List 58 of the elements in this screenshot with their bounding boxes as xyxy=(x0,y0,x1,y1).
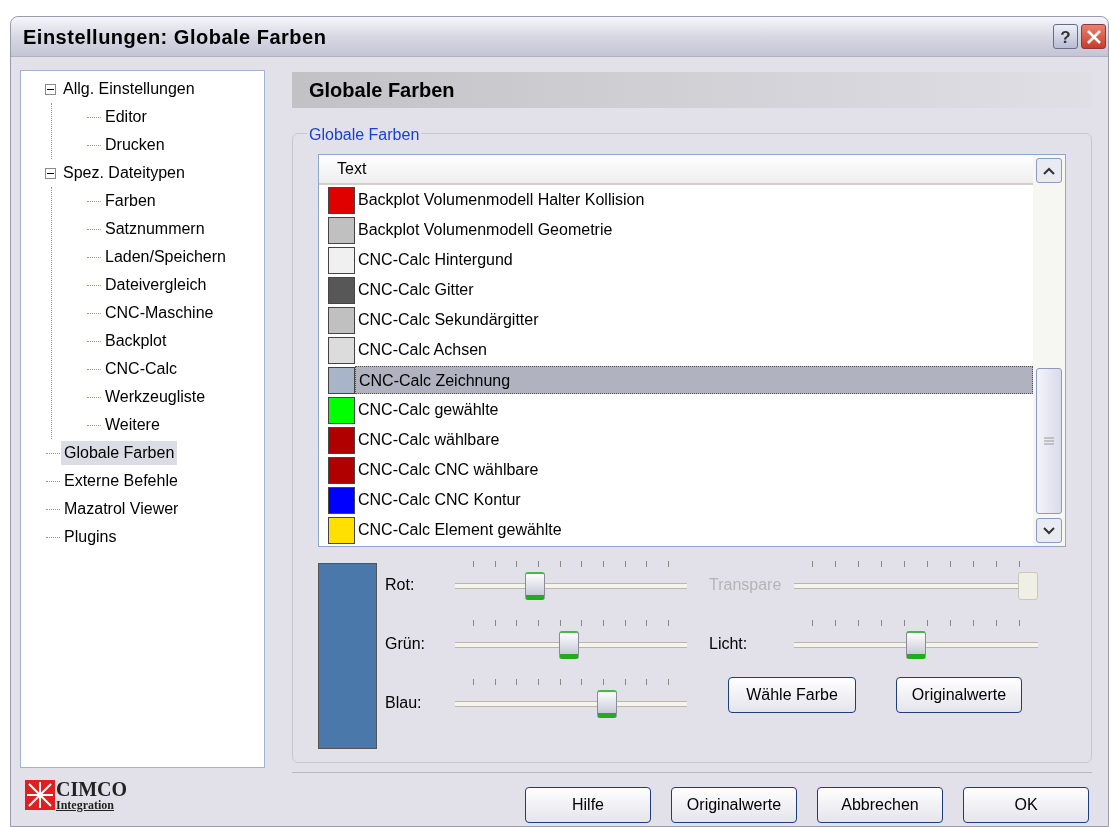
tree-item[interactable]: Externe Befehle xyxy=(61,469,181,493)
window-title: Einstellungen: Globale Farben xyxy=(23,24,327,50)
slider-thumb[interactable] xyxy=(524,572,545,600)
slider-label: Rot: xyxy=(385,575,416,595)
tree-item[interactable]: Globale Farben xyxy=(61,441,178,465)
tree-item[interactable]: Editor xyxy=(102,105,150,129)
list-item[interactable]: CNC-Calc wählbare xyxy=(355,426,1033,454)
tree-item[interactable]: Allg. Einstellungen xyxy=(60,77,198,101)
dialog-button[interactable]: Wähle Farbe xyxy=(728,677,856,713)
list-item[interactable]: CNC-Calc CNC wählbare xyxy=(355,456,1033,484)
slider-thumb[interactable] xyxy=(906,631,926,659)
logo-name: CIMCO xyxy=(56,779,128,799)
slider-thumb[interactable] xyxy=(558,631,579,659)
scrollbar[interactable] xyxy=(1033,155,1065,546)
scroll-thumb[interactable] xyxy=(1036,368,1062,514)
dialog-button[interactable]: Originalwerte xyxy=(671,787,797,823)
tree-item[interactable]: Dateivergleich xyxy=(102,273,210,297)
close-icon xyxy=(1085,28,1102,45)
grip-icon xyxy=(1044,437,1054,445)
slider-label: Licht: xyxy=(709,634,749,654)
tree-item[interactable]: Weitere xyxy=(102,413,163,437)
tree-item[interactable]: Backplot xyxy=(102,329,170,353)
list-item[interactable]: CNC-Calc Zeichnung xyxy=(355,366,1033,394)
list-item[interactable]: Backplot Volumenmodell Geometrie xyxy=(355,216,1033,244)
dialog-button[interactable]: Originalwerte xyxy=(896,677,1022,713)
tree-item[interactable]: Satznummern xyxy=(102,217,208,241)
collapse-icon[interactable] xyxy=(45,167,56,179)
logo-subtitle: Integration xyxy=(56,799,115,811)
tree-item[interactable]: Drucken xyxy=(102,133,168,157)
slider-label: Grün: xyxy=(385,634,426,654)
page-header: Globale Farben xyxy=(292,72,1092,108)
dialog-button[interactable]: Abbrechen xyxy=(817,787,943,823)
collapse-icon[interactable] xyxy=(45,83,56,95)
list-item[interactable]: Backplot Volumenmodell Halter Kollision xyxy=(355,186,1033,214)
tree-item[interactable]: Werkzeugliste xyxy=(102,385,209,409)
tree-item[interactable]: Spez. Dateitypen xyxy=(60,161,188,185)
tree-item[interactable]: CNC-Maschine xyxy=(102,301,217,325)
list-item[interactable]: CNC-Calc CNC Kontur xyxy=(355,486,1033,514)
help-button[interactable]: ? xyxy=(1053,24,1078,49)
list-item[interactable]: CNC-Calc Hintergund xyxy=(355,246,1033,274)
tree-item[interactable]: Farben xyxy=(102,189,159,213)
close-button[interactable] xyxy=(1081,24,1106,49)
tree-item[interactable]: Laden/Speichern xyxy=(102,245,229,269)
list-item[interactable]: CNC-Calc Achsen xyxy=(355,336,1033,364)
tree-item[interactable]: Plugins xyxy=(61,525,120,549)
slider-thumb[interactable] xyxy=(597,690,618,718)
list-item[interactable]: CNC-Calc Element gewählte xyxy=(355,516,1033,544)
logo-icon xyxy=(25,780,55,810)
dialog-button[interactable]: Hilfe xyxy=(525,787,651,823)
dialog-button[interactable]: OK xyxy=(963,787,1089,823)
tree-item[interactable]: CNC-Calc xyxy=(102,357,180,381)
list-item[interactable]: CNC-Calc Gitter xyxy=(355,276,1033,304)
tree-item[interactable]: Mazatrol Viewer xyxy=(61,497,182,521)
scroll-up-button[interactable] xyxy=(1036,158,1062,183)
slider-label: Blau: xyxy=(385,693,423,713)
list-item[interactable]: CNC-Calc Sekundärgitter xyxy=(355,306,1033,334)
list-item[interactable]: CNC-Calc gewählte xyxy=(355,396,1033,424)
scroll-down-button[interactable] xyxy=(1036,518,1062,543)
